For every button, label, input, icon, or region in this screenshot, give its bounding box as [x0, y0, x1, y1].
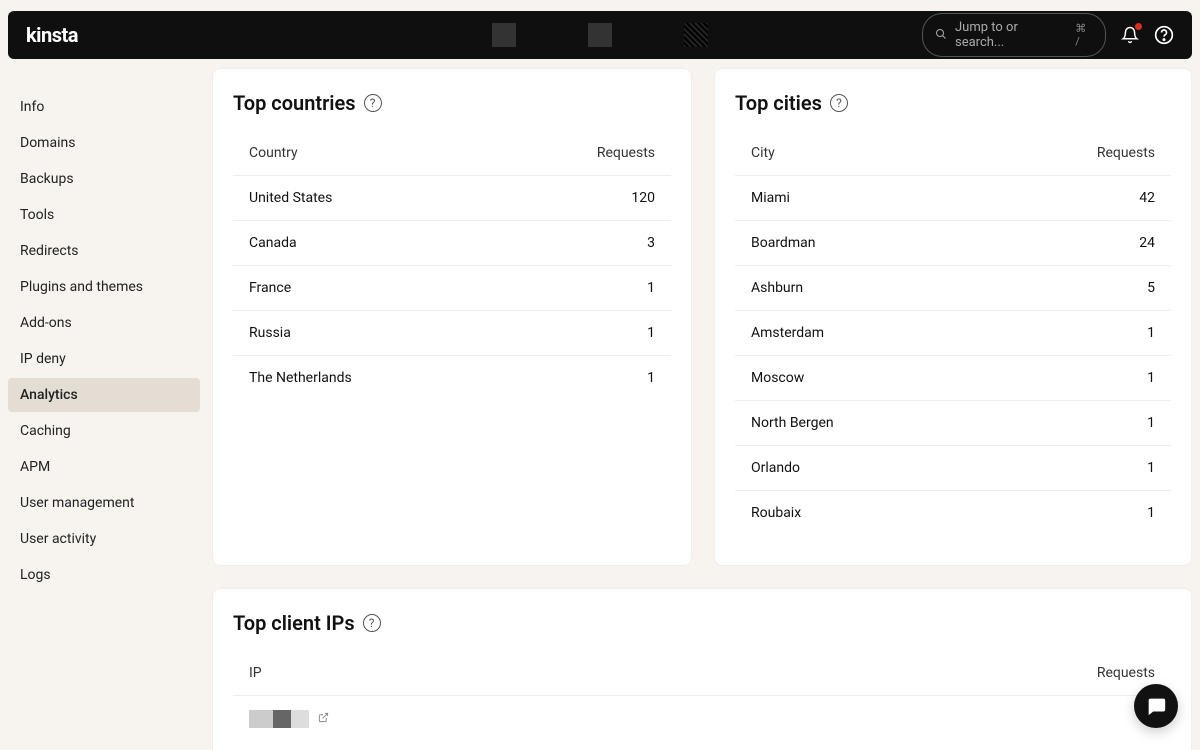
sidebar-item-ipdeny[interactable]: IP deny	[8, 342, 200, 376]
sidebar-item-useractivity[interactable]: User activity	[8, 522, 200, 556]
global-search[interactable]: Jump to or search... ⌘ /	[922, 13, 1106, 57]
notifications-button[interactable]	[1120, 25, 1140, 45]
redacted-ip	[249, 710, 309, 728]
top-countries-card: Top countries ? Country Requests United …	[212, 68, 692, 566]
sidebar-item-analytics[interactable]: Analytics	[8, 378, 200, 412]
top-cities-card: Top cities ? City Requests Miami42 Board…	[714, 68, 1192, 566]
table-row: North Bergen1	[735, 401, 1171, 446]
sidebar-item-logs[interactable]: Logs	[8, 558, 200, 592]
countries-col-country: Country	[233, 137, 495, 176]
table-row: Moscow1	[735, 356, 1171, 401]
ips-col-requests: Requests	[754, 657, 1171, 696]
sidebar-item-domains[interactable]: Domains	[8, 126, 200, 160]
topbar-nav-placeholder-2[interactable]	[588, 23, 612, 47]
topbar-right: Jump to or search... ⌘ /	[922, 13, 1174, 57]
ips-table: IP Requests 4	[233, 657, 1171, 742]
sidebar-item-apm[interactable]: APM	[8, 450, 200, 484]
topbar-nav-placeholder-3[interactable]	[684, 23, 708, 47]
table-row: Orlando1	[735, 446, 1171, 491]
topbar: kinsta Jump to or search... ⌘ /	[8, 11, 1192, 59]
external-link-icon[interactable]	[318, 712, 329, 726]
top-cities-title: Top cities	[735, 91, 822, 115]
main-content: Top countries ? Country Requests United …	[212, 68, 1192, 750]
table-row: The Netherlands1	[233, 356, 671, 401]
table-row: United States120	[233, 176, 671, 221]
table-row: Miami42	[735, 176, 1171, 221]
table-row: Ashburn5	[735, 266, 1171, 311]
sidebar-item-addons[interactable]: Add-ons	[8, 306, 200, 340]
brand-logo[interactable]: kinsta	[26, 23, 78, 47]
help-tip-icon[interactable]: ?	[830, 94, 848, 112]
sidebar-item-redirects[interactable]: Redirects	[8, 234, 200, 268]
chat-widget-button[interactable]	[1134, 684, 1178, 728]
cities-col-city: City	[735, 137, 979, 176]
sidebar-item-usermgmt[interactable]: User management	[8, 486, 200, 520]
help-tip-icon[interactable]: ?	[364, 94, 382, 112]
search-shortcut: ⌘ /	[1075, 22, 1093, 48]
sidebar-item-caching[interactable]: Caching	[8, 414, 200, 448]
cities-table: City Requests Miami42 Boardman24 Ashburn…	[735, 137, 1171, 535]
help-button[interactable]	[1154, 25, 1174, 45]
table-row: Russia1	[233, 311, 671, 356]
search-icon	[935, 28, 947, 43]
sidebar-item-plugins[interactable]: Plugins and themes	[8, 270, 200, 304]
search-placeholder: Jump to or search...	[955, 20, 1067, 50]
top-countries-title: Top countries	[233, 91, 356, 115]
countries-table: Country Requests United States120 Canada…	[233, 137, 671, 400]
topbar-nav	[492, 23, 708, 47]
countries-col-requests: Requests	[495, 137, 671, 176]
sidebar-item-tools[interactable]: Tools	[8, 198, 200, 232]
sidebar-item-info[interactable]: Info	[8, 90, 200, 124]
cities-col-requests: Requests	[979, 137, 1171, 176]
table-row: Amsterdam1	[735, 311, 1171, 356]
top-client-ips-card: Top client IPs ? IP Requests 4	[212, 588, 1192, 750]
table-row: Boardman24	[735, 221, 1171, 266]
notification-dot	[1135, 23, 1142, 30]
table-row: France1	[233, 266, 671, 311]
sidebar-item-backups[interactable]: Backups	[8, 162, 200, 196]
table-row: Roubaix1	[735, 491, 1171, 536]
table-row: Canada3	[233, 221, 671, 266]
top-client-ips-title: Top client IPs	[233, 611, 355, 635]
sidebar: Info Domains Backups Tools Redirects Plu…	[8, 90, 200, 594]
ips-col-ip: IP	[233, 657, 754, 696]
topbar-nav-placeholder-1[interactable]	[492, 23, 516, 47]
help-tip-icon[interactable]: ?	[363, 614, 381, 632]
table-row: 4	[233, 696, 1171, 743]
